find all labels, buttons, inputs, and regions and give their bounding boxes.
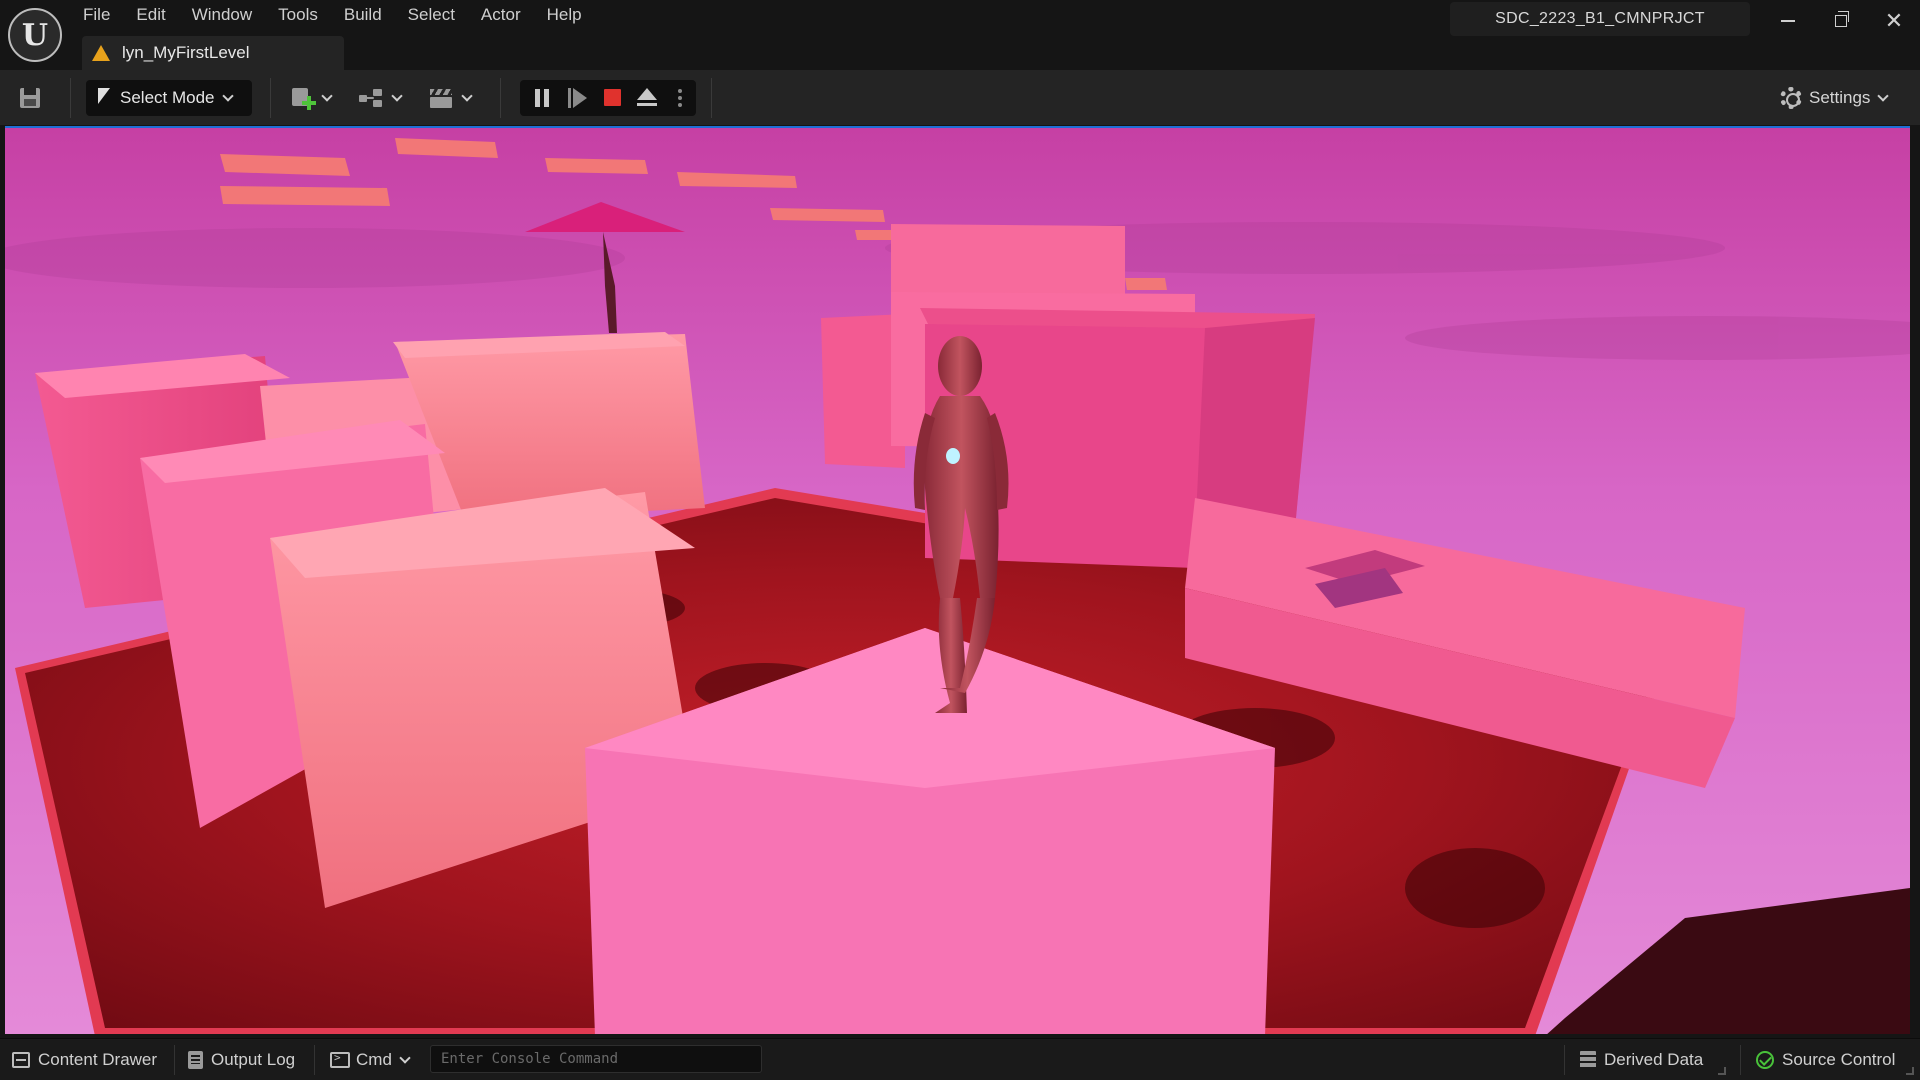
check-icon xyxy=(1756,1051,1774,1069)
content-drawer-icon xyxy=(12,1052,30,1068)
menu-tools[interactable]: Tools xyxy=(265,0,331,30)
chevron-down-icon xyxy=(1877,89,1890,102)
minimize-icon xyxy=(1781,20,1795,22)
cinematics-button[interactable] xyxy=(428,84,473,112)
step-triangle xyxy=(573,88,587,108)
status-divider xyxy=(1564,1045,1565,1075)
cmd-label: Cmd xyxy=(356,1050,392,1069)
source-control-button[interactable]: Source Control xyxy=(1756,1039,1895,1080)
minimize-button[interactable] xyxy=(1770,6,1806,36)
eject-triangle xyxy=(637,88,657,100)
select-mode-label: Select Mode xyxy=(120,88,215,107)
play-controls xyxy=(520,80,696,116)
level-tab[interactable]: lyn_MyFirstLevel xyxy=(82,36,344,70)
output-log-button[interactable]: Output Log xyxy=(188,1039,295,1080)
resize-grip xyxy=(1718,1067,1726,1075)
restore-button[interactable] xyxy=(1823,6,1859,36)
cursor-icon xyxy=(96,88,112,108)
status-divider xyxy=(174,1045,175,1075)
save-icon-label xyxy=(24,99,36,106)
clapperboard-icon xyxy=(428,87,454,109)
stop-icon[interactable] xyxy=(604,89,621,106)
chevron-down-icon xyxy=(221,89,234,102)
menu-help[interactable]: Help xyxy=(534,0,595,30)
content-drawer-label: Content Drawer xyxy=(38,1050,158,1069)
add-actor-icon xyxy=(290,86,316,110)
status-bar: Content Drawer Output Log Cmd Derived Da… xyxy=(0,1038,1920,1080)
toolbar-divider xyxy=(270,78,271,118)
status-divider xyxy=(1740,1045,1741,1075)
status-divider xyxy=(314,1045,315,1075)
logo-letter: U xyxy=(21,17,49,53)
eject-bar xyxy=(637,103,657,106)
menu-file[interactable]: File xyxy=(70,0,123,30)
dot xyxy=(678,96,682,100)
main-toolbar: Select Mode Settings xyxy=(0,70,1920,125)
save-button[interactable] xyxy=(16,84,44,112)
main-menu: File Edit Window Tools Build Select Acto… xyxy=(70,0,595,30)
content-drawer-button[interactable]: Content Drawer xyxy=(12,1039,157,1080)
viewport-scene[interactable] xyxy=(5,128,1910,1034)
chevron-down-icon xyxy=(391,89,403,102)
close-icon: ✕ xyxy=(1884,8,1904,33)
level-viewport[interactable] xyxy=(5,126,1910,1034)
close-button[interactable]: ✕ xyxy=(1876,6,1912,36)
output-log-label: Output Log xyxy=(211,1050,296,1069)
menu-select[interactable]: Select xyxy=(395,0,468,30)
settings-button[interactable]: Settings xyxy=(1780,84,1890,112)
cmd-dropdown[interactable]: Cmd xyxy=(330,1039,411,1080)
console-command-input[interactable] xyxy=(430,1045,762,1073)
blueprint-node xyxy=(373,89,382,96)
dot xyxy=(678,103,682,107)
source-control-label: Source Control xyxy=(1782,1050,1896,1069)
add-actor-button[interactable] xyxy=(290,84,333,112)
chevron-down-icon xyxy=(461,89,473,102)
menu-build[interactable]: Build xyxy=(331,0,395,30)
gear-icon xyxy=(1780,87,1802,109)
menu-actor[interactable]: Actor xyxy=(468,0,534,30)
output-log-icon xyxy=(188,1051,203,1069)
toolbar-divider xyxy=(711,78,712,118)
blueprint-link xyxy=(366,97,374,99)
add-actor-plus xyxy=(302,96,316,110)
blueprint-icon xyxy=(358,88,384,108)
blueprint-button[interactable] xyxy=(358,84,403,112)
save-icon-slot xyxy=(24,88,36,95)
blueprint-node xyxy=(373,100,382,107)
menu-edit[interactable]: Edit xyxy=(123,0,178,30)
warning-icon xyxy=(92,45,110,61)
terminal-icon xyxy=(330,1051,350,1068)
clapper-base xyxy=(430,97,452,108)
menu-window[interactable]: Window xyxy=(179,0,265,30)
project-name[interactable]: SDC_2223_B1_CMNPRJCT xyxy=(1450,2,1750,36)
toolbar-divider xyxy=(70,78,71,118)
level-tab-label: lyn_MyFirstLevel xyxy=(122,43,250,62)
derived-data-label: Derived Data xyxy=(1604,1050,1704,1069)
dot xyxy=(678,89,682,93)
restore-icon xyxy=(1835,11,1849,27)
eject-icon[interactable] xyxy=(636,88,658,108)
derived-data-button[interactable]: Derived Data xyxy=(1580,1039,1703,1080)
step-frame-icon[interactable] xyxy=(568,88,588,108)
settings-label: Settings xyxy=(1809,88,1871,107)
more-options-icon[interactable] xyxy=(677,88,683,108)
clapper-top xyxy=(430,89,452,95)
unreal-logo-icon[interactable]: U xyxy=(8,8,62,62)
resize-grip xyxy=(1906,1067,1914,1075)
toolbar-divider xyxy=(500,78,501,118)
chevron-down-icon xyxy=(321,89,333,102)
chevron-down-icon xyxy=(399,1051,411,1064)
pause-icon[interactable] xyxy=(534,89,550,107)
select-mode-dropdown[interactable]: Select Mode xyxy=(86,80,252,116)
step-bar xyxy=(568,88,571,108)
derived-data-icon xyxy=(1580,1051,1596,1069)
title-bar: U File Edit Window Tools Build Select Ac… xyxy=(0,0,1920,70)
